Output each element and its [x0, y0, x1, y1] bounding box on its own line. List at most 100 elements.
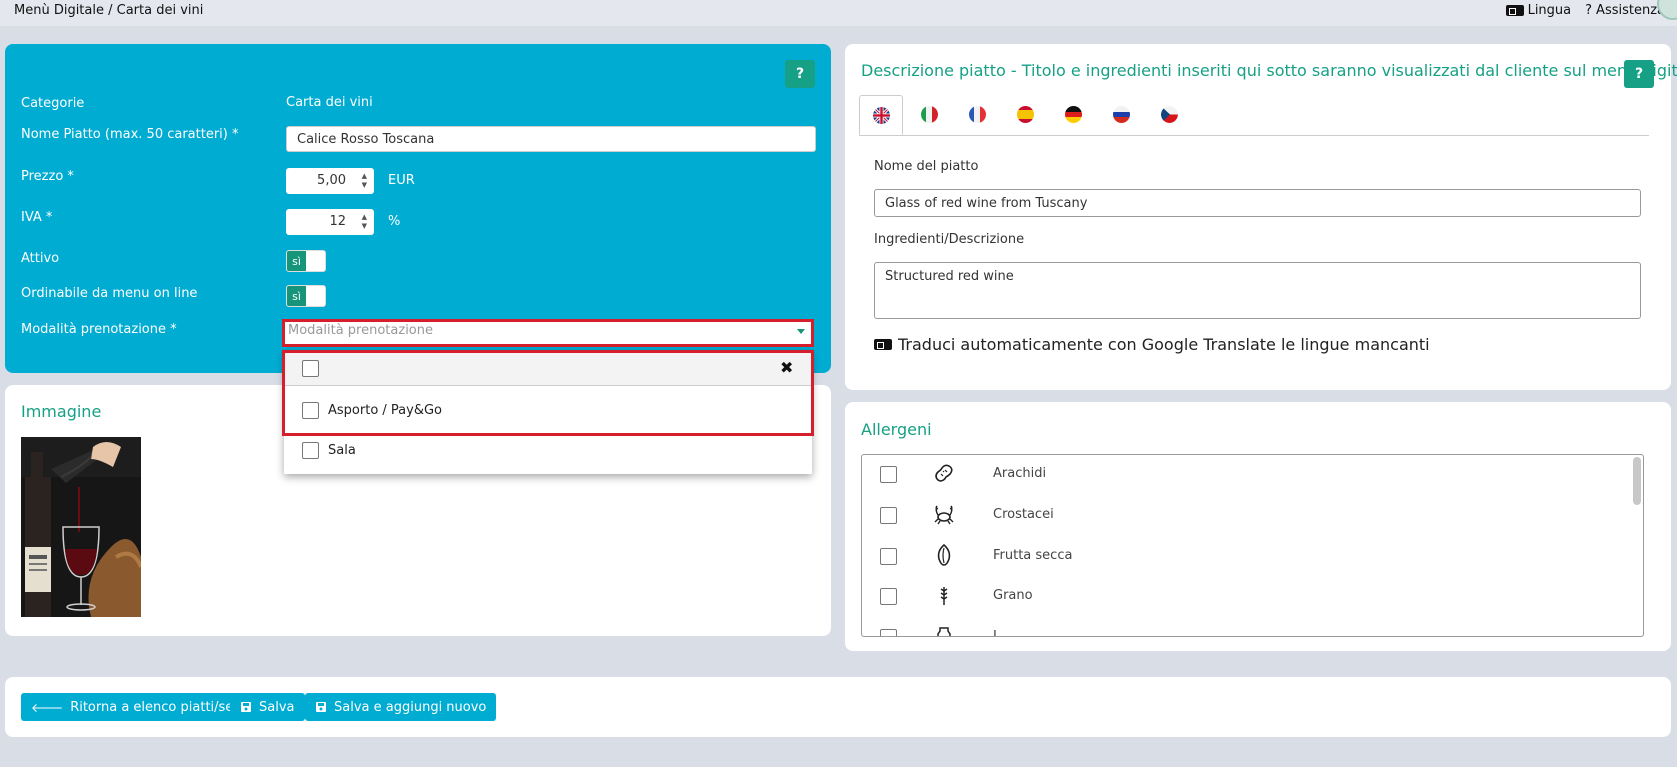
france-flag-icon — [968, 106, 986, 123]
latte-checkbox[interactable] — [880, 629, 897, 636]
tab-czech[interactable] — [1147, 95, 1191, 134]
uk-flag-icon — [872, 106, 890, 124]
dropdown-option-sala[interactable]: Sala — [284, 436, 812, 468]
iva-unit: % — [388, 214, 401, 229]
iva-label: IVA * — [21, 210, 53, 225]
grano-checkbox[interactable] — [880, 588, 897, 605]
categorie-label: Categorie — [21, 96, 85, 111]
prezzo-value: 5,00 — [317, 173, 346, 188]
iva-stepper-icon[interactable]: ▲ ▼ — [362, 213, 367, 231]
language-label: Lingua — [1527, 3, 1572, 18]
attivo-toggle[interactable]: sì — [286, 250, 326, 272]
iva-value: 12 — [329, 214, 346, 229]
description-card: Descrizione piatto - Titolo e ingredient… — [845, 44, 1677, 390]
crab-icon — [934, 505, 954, 525]
attivo-toggle-on: sì — [287, 251, 306, 271]
dish-name-label: Nome del piatto — [874, 159, 979, 174]
google-translate-link[interactable]: Traduci automaticamente con Google Trans… — [874, 335, 1430, 354]
allergen-row-frutta-secca: Frutta secca — [862, 537, 1643, 575]
crostacei-checkbox[interactable] — [880, 507, 897, 524]
prezzo-label: Prezzo * — [21, 169, 74, 184]
ingredients-textarea[interactable]: Structured red wine — [874, 262, 1641, 319]
save-icon — [316, 702, 326, 712]
wine-photo-icon — [21, 437, 141, 617]
peanut-icon — [935, 464, 953, 482]
spain-flag-icon — [1016, 106, 1034, 123]
language-tabs — [859, 95, 1649, 136]
prezzo-unit: EUR — [388, 173, 415, 188]
assistance-menu[interactable]: ? Assistenza — [1585, 3, 1665, 18]
italy-flag-icon — [920, 106, 938, 123]
sala-label: Sala — [328, 443, 356, 458]
arachidi-checkbox[interactable] — [880, 466, 897, 483]
dish-name-input[interactable]: Glass of red wine from Tuscany — [874, 189, 1641, 217]
allergen-row-crostacei: Crostacei — [862, 496, 1643, 534]
prezzo-input[interactable]: 5,00 ▲ ▼ — [286, 168, 374, 194]
breadcrumb: Menù Digitale / Carta dei vini — [14, 3, 204, 18]
wheat-icon — [940, 587, 948, 605]
asporto-label: Asporto / Pay&Go — [328, 403, 442, 418]
allergen-name: Crostacei — [993, 507, 1054, 522]
save-new-label: Salva e aggiungi nuovo — [334, 699, 487, 715]
allergens-card: Allergeni Arachidi Crostacei Frutta secc… — [845, 402, 1671, 651]
actions-card: 🡐 Ritorna a elenco piatti/servizi Salva … — [5, 677, 1671, 737]
allergen-row-grano: Grano — [862, 577, 1643, 615]
modalita-dropdown: ✖ Asporto / Pay&Go Sala — [284, 350, 812, 474]
prezzo-stepper-icon[interactable]: ▲ ▼ — [362, 172, 367, 190]
allergen-name: Frutta secca — [993, 548, 1073, 563]
description-title: Descrizione piatto - Titolo e ingredient… — [861, 61, 1677, 80]
asporto-checkbox[interactable] — [302, 402, 319, 419]
chevron-down-icon — [797, 329, 805, 334]
allergens-list[interactable]: Arachidi Crostacei Frutta secca Grano L.… — [861, 454, 1644, 637]
attivo-label: Attivo — [21, 251, 60, 266]
language-menu[interactable]: Lingua — [1505, 3, 1572, 18]
save-button[interactable]: Salva — [230, 693, 305, 721]
question-icon: ? — [1585, 3, 1593, 18]
assistance-label: Assistenza — [1596, 3, 1665, 18]
ordinabile-label: Ordinabile da menu on line — [21, 286, 198, 301]
tab-german[interactable] — [1051, 95, 1095, 134]
almond-icon — [937, 543, 951, 566]
tab-italian[interactable] — [907, 95, 951, 134]
ordinabile-toggle[interactable]: sì — [286, 285, 326, 307]
tab-french[interactable] — [955, 95, 999, 134]
close-icon[interactable]: ✖ — [780, 358, 793, 377]
image-title: Immagine — [21, 402, 102, 421]
allergen-row-arachidi: Arachidi — [862, 455, 1643, 493]
arrow-left-icon: 🡐 — [31, 700, 64, 715]
sala-checkbox[interactable] — [302, 442, 319, 459]
nome-piatto-label: Nome Piatto (max. 50 caratteri) * — [21, 127, 239, 142]
dish-image[interactable] — [21, 437, 141, 617]
frutta-secca-checkbox[interactable] — [880, 548, 897, 565]
allergens-scrollbar[interactable] — [1633, 457, 1641, 505]
nome-piatto-input[interactable]: Calice Rosso Toscana — [286, 126, 816, 152]
tab-english[interactable] — [859, 95, 903, 135]
categorie-value: Carta dei vini — [286, 95, 373, 110]
ingredients-label: Ingredienti/Descrizione — [874, 232, 1025, 247]
modalita-label: Modalità prenotazione * — [21, 322, 177, 337]
modalita-placeholder: Modalità prenotazione — [288, 323, 433, 338]
czech-flag-icon — [1160, 106, 1178, 123]
select-all-checkbox[interactable] — [302, 360, 319, 377]
tab-spanish[interactable] — [1003, 95, 1047, 134]
dropdown-option-asporto[interactable]: Asporto / Pay&Go — [284, 394, 812, 426]
save-icon — [241, 702, 251, 712]
language-icon — [1505, 5, 1524, 16]
russia-flag-icon — [1112, 106, 1130, 123]
milk-icon — [937, 627, 951, 636]
allergen-row-latte: L... — [862, 618, 1643, 637]
top-right-menu: Lingua ? Assistenza — [1505, 3, 1665, 18]
allergens-title: Allergeni — [861, 420, 932, 439]
description-help-button[interactable]: ? — [1624, 60, 1654, 88]
germany-flag-icon — [1064, 106, 1082, 123]
dropdown-search-row: ✖ — [284, 350, 812, 386]
iva-input[interactable]: 12 ▲ ▼ — [286, 209, 374, 235]
save-new-button[interactable]: Salva e aggiungi nuovo — [305, 693, 497, 721]
ordinabile-toggle-on: sì — [287, 286, 306, 306]
tab-russian[interactable] — [1099, 95, 1143, 134]
allergen-name: L... — [993, 629, 1013, 637]
form-help-button[interactable]: ? — [785, 60, 815, 88]
translate-text: Traduci automaticamente con Google Trans… — [898, 335, 1430, 354]
modalita-select[interactable]: Modalità prenotazione — [282, 319, 814, 347]
top-bar: Menù Digitale / Carta dei vini Lingua ? … — [0, 0, 1677, 26]
